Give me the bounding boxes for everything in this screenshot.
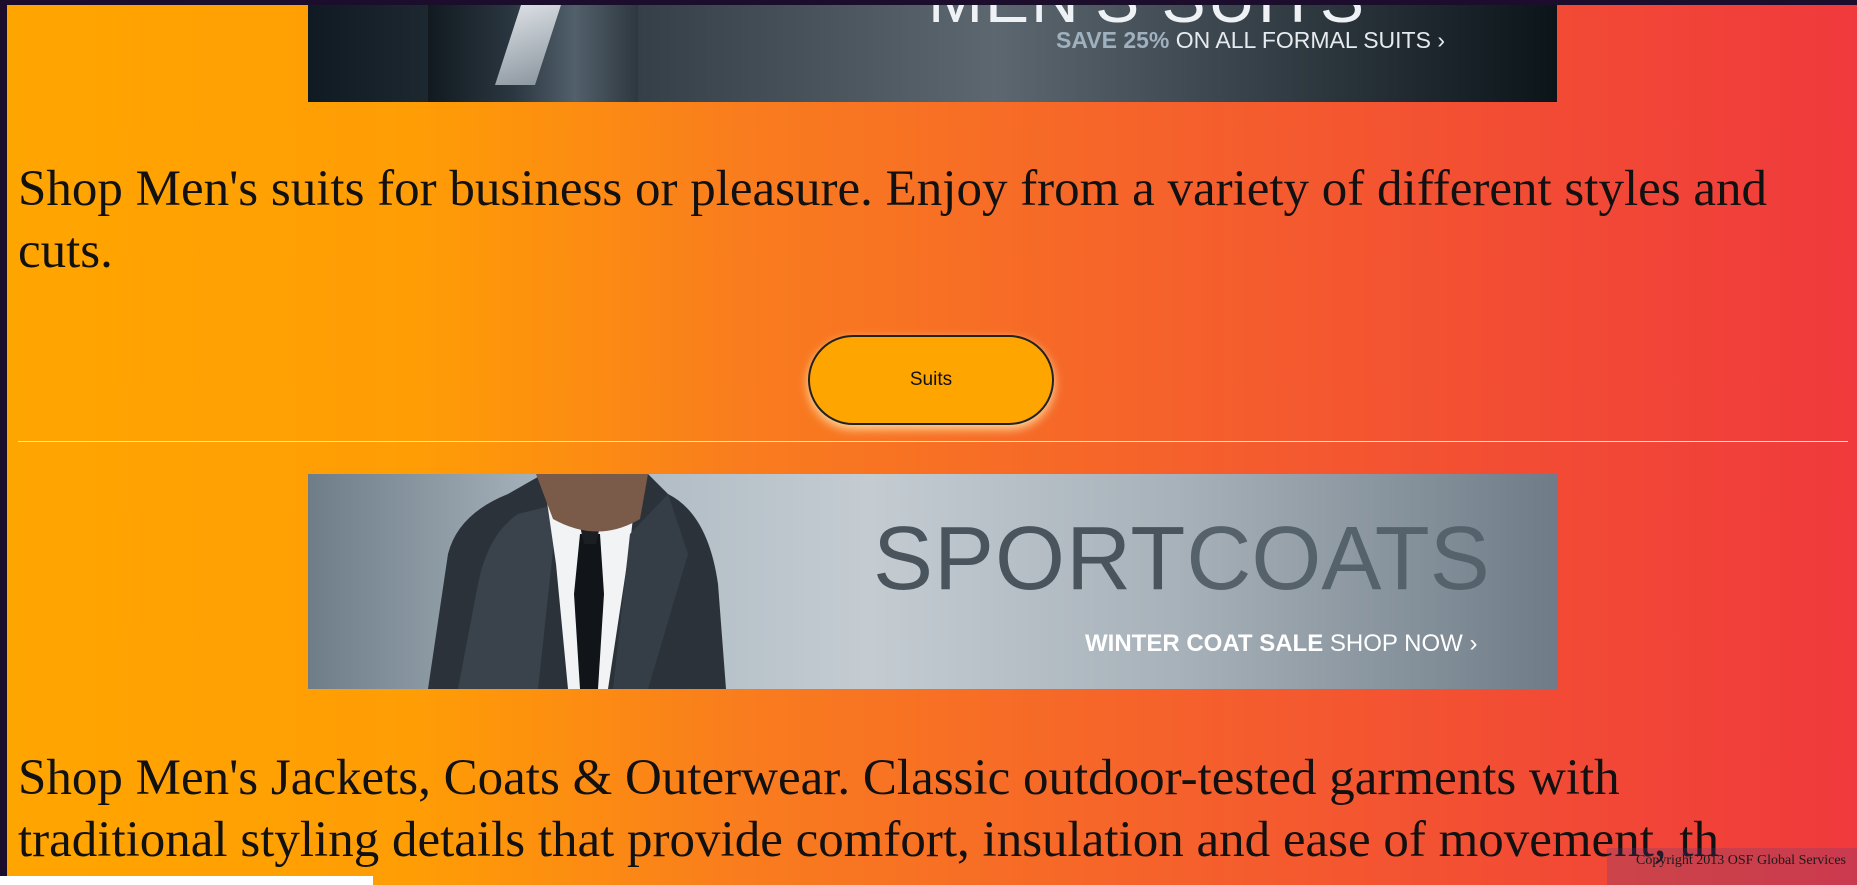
section-divider [18, 441, 1848, 442]
suits-promo-highlight: SAVE 25% [1056, 27, 1170, 53]
sportcoats-promo-text: SHOP NOW › [1329, 630, 1478, 657]
coat-model-figure [428, 474, 726, 689]
suits-button[interactable]: Suits [808, 335, 1054, 425]
sportcoats-title-sport: SPORT [873, 509, 1187, 609]
suits-promo-text: ON ALL FORMAL SUITS › [1175, 27, 1445, 53]
suits-banner-image[interactable]: MEN'S SUITS SAVE 25% ON ALL FORMAL SUITS… [308, 5, 1557, 102]
suits-banner-promo: SAVE 25% ON ALL FORMAL SUITS › [1056, 27, 1445, 54]
suits-description: Shop Men's suits for business or pleasur… [18, 161, 1767, 279]
sportcoats-banner-image[interactable]: SPORTCOATS WINTER COAT SALE SHOP NOW › [308, 474, 1557, 689]
footer-white-bar [0, 876, 373, 885]
page-body: MEN'S SUITS SAVE 25% ON ALL FORMAL SUITS… [7, 5, 1857, 885]
sportcoats-banner-title: SPORTCOATS [873, 514, 1490, 604]
footer-copyright: Copyright 2013 OSF Global Services [1636, 853, 1846, 868]
sportcoats-title-coats: COATS [1186, 509, 1490, 609]
sportcoats-banner-promo: WINTER COAT SALE SHOP NOW › [1085, 630, 1477, 658]
sportcoats-promo-bold: WINTER COAT SALE [1085, 630, 1324, 657]
coats-description: Shop Men's Jackets, Coats & Outerwear. C… [18, 750, 1720, 868]
